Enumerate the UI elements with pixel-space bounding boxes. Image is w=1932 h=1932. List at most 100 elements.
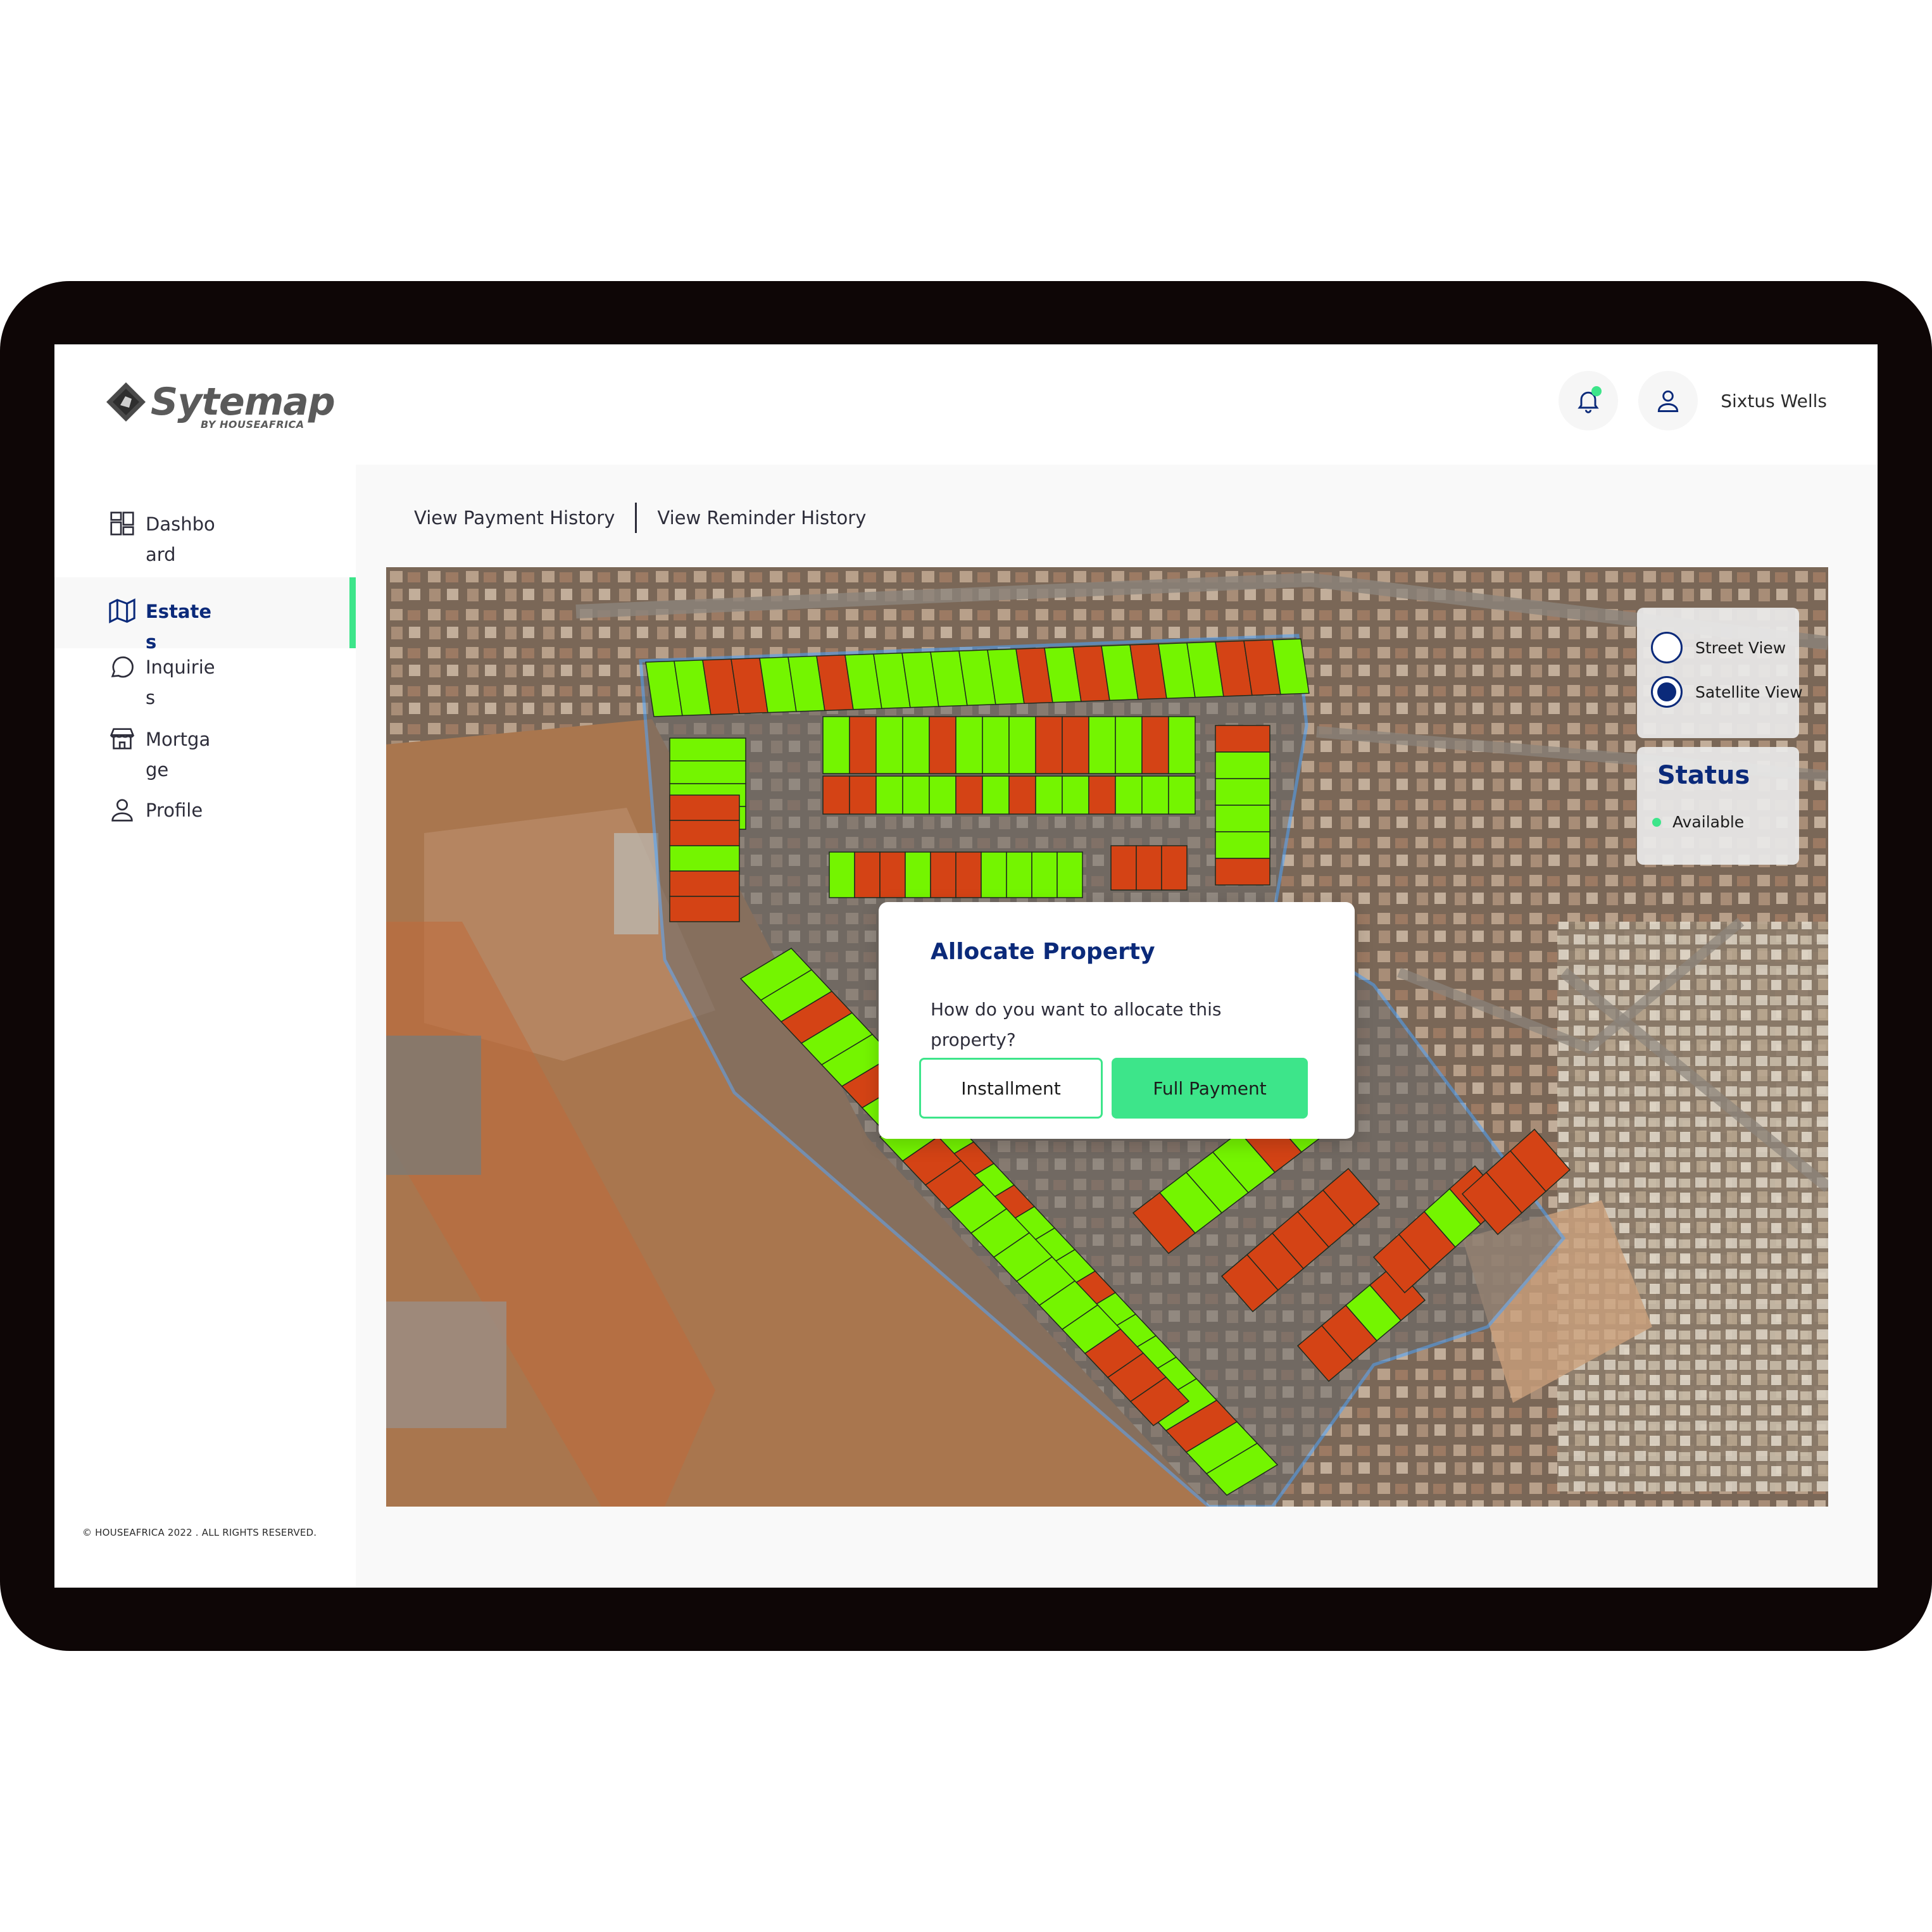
land-plot[interactable]	[822, 775, 850, 815]
sidebar-item-label: Profile	[146, 800, 203, 821]
brand-name: Sytemap	[151, 380, 336, 424]
land-plot[interactable]	[955, 775, 983, 815]
map-icon	[109, 598, 135, 624]
land-plot[interactable]	[875, 716, 903, 774]
land-plot[interactable]	[1110, 845, 1137, 891]
land-plot[interactable]	[1062, 775, 1089, 815]
satellite-view-label: Satellite View	[1695, 682, 1803, 701]
land-plot[interactable]	[1035, 775, 1063, 815]
land-plot[interactable]	[1215, 805, 1270, 832]
land-plot[interactable]	[1141, 775, 1169, 815]
land-plot[interactable]	[1215, 725, 1270, 753]
land-plot[interactable]	[829, 851, 855, 898]
land-plot[interactable]	[1035, 716, 1063, 774]
land-plot[interactable]	[930, 851, 957, 898]
sidebar-item-profile[interactable]: Profile	[54, 795, 356, 833]
land-plot[interactable]	[955, 716, 983, 774]
sidebar: Dashboard Estates Inquiries Mortgage Pro…	[54, 465, 356, 1579]
land-plot[interactable]	[1215, 831, 1270, 859]
allocate-property-modal: Allocate Property How do you want to all…	[879, 902, 1355, 1139]
sidebar-item-label: Inquiries	[146, 656, 215, 708]
land-plot[interactable]	[1008, 716, 1036, 774]
notifications-button[interactable]	[1559, 371, 1619, 430]
land-plot[interactable]	[1088, 716, 1116, 774]
available-dot	[1652, 817, 1661, 827]
land-plot[interactable]	[981, 851, 1007, 898]
land-plot[interactable]	[849, 716, 877, 774]
land-plot[interactable]	[929, 775, 957, 815]
land-plot[interactable]	[905, 851, 931, 898]
land-plot[interactable]	[879, 851, 906, 898]
land-plot[interactable]	[982, 775, 1010, 815]
land-plot[interactable]	[902, 775, 930, 815]
land-plot[interactable]	[1161, 845, 1188, 891]
user-icon	[1658, 390, 1679, 412]
land-plot[interactable]	[1136, 845, 1162, 891]
modal-title: Allocate Property	[931, 939, 1155, 965]
satellite-view-radio[interactable]	[1651, 676, 1683, 708]
sidebar-item-label: Mortgage	[146, 729, 211, 781]
status-legend-item: Available	[1652, 813, 1744, 831]
land-plot[interactable]	[669, 794, 740, 821]
installment-button[interactable]: Installment	[919, 1058, 1103, 1119]
street-view-radio[interactable]	[1651, 632, 1683, 663]
sidebar-item-mortgage[interactable]: Mortgage	[54, 724, 356, 790]
satellite-view-option[interactable]: Satellite View	[1651, 676, 1803, 708]
land-plot[interactable]	[982, 716, 1010, 774]
land-plot[interactable]	[1215, 858, 1270, 886]
land-plot[interactable]	[822, 716, 850, 774]
history-tabs: View Payment History View Reminder Histo…	[414, 503, 866, 533]
dashboard-icon	[110, 511, 134, 536]
land-plot[interactable]	[875, 775, 903, 815]
land-plot[interactable]	[1141, 716, 1169, 774]
land-plot[interactable]	[669, 870, 740, 897]
storefront-icon	[110, 728, 135, 750]
land-plot[interactable]	[669, 845, 740, 872]
land-plot[interactable]	[669, 737, 746, 762]
copyright-text: © HOUSEAFRICA 2022 . ALL RIGHTS RESERVED…	[82, 1527, 317, 1538]
land-plot[interactable]	[854, 851, 881, 898]
brand-logo[interactable]: Sytemap BY HOUSEAFRICA	[104, 380, 336, 430]
land-plot[interactable]	[1057, 851, 1083, 898]
user-icon	[111, 799, 133, 822]
land-plot[interactable]	[902, 716, 930, 774]
status-legend: Status Available	[1637, 747, 1799, 865]
land-plot[interactable]	[669, 760, 746, 784]
land-plot[interactable]	[1006, 851, 1032, 898]
land-plot[interactable]	[929, 716, 957, 774]
sidebar-item-label: Dashboard	[146, 513, 215, 565]
chat-bubble-icon	[111, 656, 134, 678]
land-plot[interactable]	[955, 851, 982, 898]
status-legend-title: Status	[1657, 761, 1750, 790]
land-plot[interactable]	[1115, 716, 1143, 774]
street-view-option[interactable]: Street View	[1651, 632, 1786, 663]
land-plot[interactable]	[669, 820, 740, 846]
land-plot[interactable]	[1062, 716, 1089, 774]
land-plot[interactable]	[1088, 775, 1116, 815]
land-plot[interactable]	[1215, 751, 1270, 779]
tab-divider	[635, 503, 637, 533]
land-plot[interactable]	[1168, 716, 1196, 774]
street-view-label: Street View	[1695, 638, 1786, 657]
user-name[interactable]: Sixtus Wells	[1721, 391, 1827, 411]
tab-reminder-history[interactable]: View Reminder History	[657, 507, 866, 529]
land-plot[interactable]	[1031, 851, 1058, 898]
land-plot[interactable]	[1008, 775, 1036, 815]
land-plot[interactable]	[1168, 775, 1196, 815]
active-indicator	[349, 577, 356, 648]
user-avatar-button[interactable]	[1638, 371, 1698, 430]
logo-icon	[106, 382, 146, 422]
status-legend-label: Available	[1672, 813, 1745, 831]
tab-payment-history[interactable]: View Payment History	[414, 507, 615, 529]
land-plot[interactable]	[1115, 775, 1143, 815]
map-view-toggle: Street View Satellite View	[1637, 608, 1803, 738]
sidebar-item-inquiries[interactable]: Inquiries	[54, 652, 356, 708]
sidebar-item-estates[interactable]: Estates	[54, 577, 356, 653]
full-payment-button[interactable]: Full Payment	[1112, 1058, 1308, 1119]
sidebar-item-label: Estates	[146, 601, 212, 653]
land-plot[interactable]	[1215, 778, 1270, 806]
land-plot[interactable]	[669, 896, 740, 922]
sidebar-item-dashboard[interactable]: Dashboard	[54, 509, 356, 575]
land-plot[interactable]	[849, 775, 877, 815]
brand-subtitle: BY HOUSEAFRICA	[201, 418, 304, 430]
